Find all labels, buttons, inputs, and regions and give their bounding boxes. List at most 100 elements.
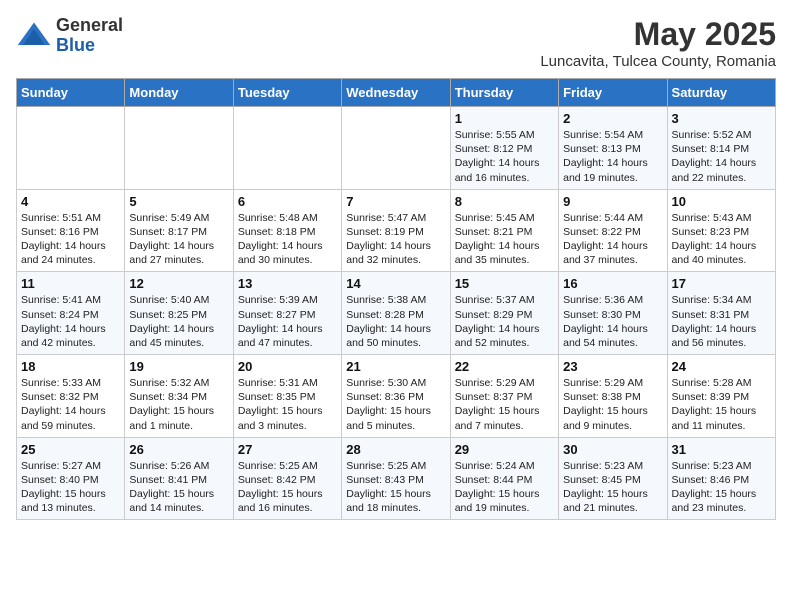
day-number: 25 (21, 442, 120, 457)
day-number: 21 (346, 359, 445, 374)
calendar-cell: 11 Sunrise: 5:41 AM Sunset: 8:24 PM Dayli… (17, 272, 125, 355)
day-info: Sunrise: 5:23 AM Sunset: 8:46 PM Dayligh… (672, 459, 771, 516)
day-number: 11 (21, 276, 120, 291)
calendar-cell: 26 Sunrise: 5:26 AM Sunset: 8:41 PM Dayli… (125, 437, 233, 520)
day-info: Sunrise: 5:55 AM Sunset: 8:12 PM Dayligh… (455, 128, 554, 185)
day-info: Sunrise: 5:54 AM Sunset: 8:13 PM Dayligh… (563, 128, 662, 185)
calendar-cell: 21 Sunrise: 5:30 AM Sunset: 8:36 PM Dayli… (342, 355, 450, 438)
calendar-cell: 25 Sunrise: 5:27 AM Sunset: 8:40 PM Dayli… (17, 437, 125, 520)
calendar-cell: 14Sunrise: 5:38 AM Sunset: 8:28 PM Dayli… (342, 272, 450, 355)
calendar-table: SundayMondayTuesdayWednesdayThursdayFrid… (16, 78, 776, 520)
day-info: Sunrise: 5:33 AM Sunset: 8:32 PM Dayligh… (21, 376, 120, 433)
day-number: 15 (455, 276, 554, 291)
day-number: 29 (455, 442, 554, 457)
calendar-cell: 22Sunrise: 5:29 AM Sunset: 8:37 PM Dayli… (450, 355, 558, 438)
day-number: 24 (672, 359, 771, 374)
calendar-cell: 31 Sunrise: 5:23 AM Sunset: 8:46 PM Dayli… (667, 437, 775, 520)
header-sunday: Sunday (17, 79, 125, 107)
day-info: Sunrise: 5:36 AM Sunset: 8:30 PM Dayligh… (563, 293, 662, 350)
day-info: Sunrise: 5:29 AM Sunset: 8:38 PM Dayligh… (563, 376, 662, 433)
day-number: 4 (21, 194, 120, 209)
day-number: 7 (346, 194, 445, 209)
day-info: Sunrise: 5:27 AM Sunset: 8:40 PM Dayligh… (21, 459, 120, 516)
calendar-cell: 18 Sunrise: 5:33 AM Sunset: 8:32 PM Dayli… (17, 355, 125, 438)
calendar-week-3: 11 Sunrise: 5:41 AM Sunset: 8:24 PM Dayli… (17, 272, 776, 355)
day-info: Sunrise: 5:29 AM Sunset: 8:37 PM Dayligh… (455, 376, 554, 433)
day-info: Sunrise: 5:40 AM Sunset: 8:25 PM Dayligh… (129, 293, 228, 350)
calendar-week-4: 18 Sunrise: 5:33 AM Sunset: 8:32 PM Dayli… (17, 355, 776, 438)
calendar-cell: 16 Sunrise: 5:36 AM Sunset: 8:30 PM Dayli… (559, 272, 667, 355)
calendar-cell: 10Sunrise: 5:43 AM Sunset: 8:23 PM Dayli… (667, 189, 775, 272)
logo: General Blue (16, 16, 123, 56)
calendar-cell: 1 Sunrise: 5:55 AM Sunset: 8:12 PM Daylig… (450, 107, 558, 190)
day-number: 17 (672, 276, 771, 291)
location-text: Luncavita, Tulcea County, Romania (540, 53, 776, 70)
calendar-cell: 7Sunrise: 5:47 AM Sunset: 8:19 PM Daylig… (342, 189, 450, 272)
generalblue-icon (16, 18, 52, 54)
day-number: 13 (238, 276, 337, 291)
day-info: Sunrise: 5:28 AM Sunset: 8:39 PM Dayligh… (672, 376, 771, 433)
header-monday: Monday (125, 79, 233, 107)
page-header: General Blue May 2025 Luncavita, Tulcea … (16, 16, 776, 70)
day-number: 18 (21, 359, 120, 374)
day-number: 23 (563, 359, 662, 374)
calendar-cell: 4 Sunrise: 5:51 AM Sunset: 8:16 PM Daylig… (17, 189, 125, 272)
day-number: 9 (563, 194, 662, 209)
day-info: Sunrise: 5:24 AM Sunset: 8:44 PM Dayligh… (455, 459, 554, 516)
calendar-week-1: 1 Sunrise: 5:55 AM Sunset: 8:12 PM Daylig… (17, 107, 776, 190)
day-number: 28 (346, 442, 445, 457)
day-number: 8 (455, 194, 554, 209)
title-block: May 2025 Luncavita, Tulcea County, Roman… (540, 16, 776, 70)
calendar-cell: 17 Sunrise: 5:34 AM Sunset: 8:31 PM Dayli… (667, 272, 775, 355)
day-info: Sunrise: 5:25 AM Sunset: 8:42 PM Dayligh… (238, 459, 337, 516)
day-info: Sunrise: 5:44 AM Sunset: 8:22 PM Dayligh… (563, 211, 662, 268)
calendar-cell (125, 107, 233, 190)
calendar-cell: 5 Sunrise: 5:49 AM Sunset: 8:17 PM Daylig… (125, 189, 233, 272)
header-saturday: Saturday (667, 79, 775, 107)
calendar-cell: 3 Sunrise: 5:52 AM Sunset: 8:14 PM Daylig… (667, 107, 775, 190)
calendar-cell: 20Sunrise: 5:31 AM Sunset: 8:35 PM Dayli… (233, 355, 341, 438)
calendar-cell: 2 Sunrise: 5:54 AM Sunset: 8:13 PM Daylig… (559, 107, 667, 190)
calendar-week-2: 4 Sunrise: 5:51 AM Sunset: 8:16 PM Daylig… (17, 189, 776, 272)
day-info: Sunrise: 5:49 AM Sunset: 8:17 PM Dayligh… (129, 211, 228, 268)
header-friday: Friday (559, 79, 667, 107)
calendar-cell: 6 Sunrise: 5:48 AM Sunset: 8:18 PM Daylig… (233, 189, 341, 272)
day-info: Sunrise: 5:32 AM Sunset: 8:34 PM Dayligh… (129, 376, 228, 433)
day-info: Sunrise: 5:39 AM Sunset: 8:27 PM Dayligh… (238, 293, 337, 350)
day-info: Sunrise: 5:38 AM Sunset: 8:28 PM Dayligh… (346, 293, 445, 350)
header-thursday: Thursday (450, 79, 558, 107)
calendar-cell: 9 Sunrise: 5:44 AM Sunset: 8:22 PM Daylig… (559, 189, 667, 272)
day-info: Sunrise: 5:26 AM Sunset: 8:41 PM Dayligh… (129, 459, 228, 516)
calendar-cell (233, 107, 341, 190)
header-tuesday: Tuesday (233, 79, 341, 107)
day-info: Sunrise: 5:41 AM Sunset: 8:24 PM Dayligh… (21, 293, 120, 350)
calendar-cell: 13 Sunrise: 5:39 AM Sunset: 8:27 PM Dayli… (233, 272, 341, 355)
month-title: May 2025 (540, 16, 776, 53)
day-info: Sunrise: 5:37 AM Sunset: 8:29 PM Dayligh… (455, 293, 554, 350)
day-info: Sunrise: 5:48 AM Sunset: 8:18 PM Dayligh… (238, 211, 337, 268)
day-number: 2 (563, 111, 662, 126)
day-number: 31 (672, 442, 771, 457)
day-info: Sunrise: 5:34 AM Sunset: 8:31 PM Dayligh… (672, 293, 771, 350)
day-number: 1 (455, 111, 554, 126)
day-number: 12 (129, 276, 228, 291)
day-number: 16 (563, 276, 662, 291)
day-number: 6 (238, 194, 337, 209)
calendar-cell: 8Sunrise: 5:45 AM Sunset: 8:21 PM Daylig… (450, 189, 558, 272)
day-number: 27 (238, 442, 337, 457)
logo-general-text: General (56, 16, 123, 36)
day-info: Sunrise: 5:52 AM Sunset: 8:14 PM Dayligh… (672, 128, 771, 185)
day-number: 3 (672, 111, 771, 126)
calendar-cell: 23 Sunrise: 5:29 AM Sunset: 8:38 PM Dayli… (559, 355, 667, 438)
calendar-cell: 12 Sunrise: 5:40 AM Sunset: 8:25 PM Dayli… (125, 272, 233, 355)
calendar-cell: 28Sunrise: 5:25 AM Sunset: 8:43 PM Dayli… (342, 437, 450, 520)
day-number: 19 (129, 359, 228, 374)
day-info: Sunrise: 5:30 AM Sunset: 8:36 PM Dayligh… (346, 376, 445, 433)
calendar-week-5: 25 Sunrise: 5:27 AM Sunset: 8:40 PM Dayli… (17, 437, 776, 520)
day-number: 5 (129, 194, 228, 209)
day-number: 26 (129, 442, 228, 457)
logo-blue-text: Blue (56, 36, 123, 56)
day-number: 20 (238, 359, 337, 374)
calendar-cell: 15 Sunrise: 5:37 AM Sunset: 8:29 PM Dayli… (450, 272, 558, 355)
day-info: Sunrise: 5:51 AM Sunset: 8:16 PM Dayligh… (21, 211, 120, 268)
